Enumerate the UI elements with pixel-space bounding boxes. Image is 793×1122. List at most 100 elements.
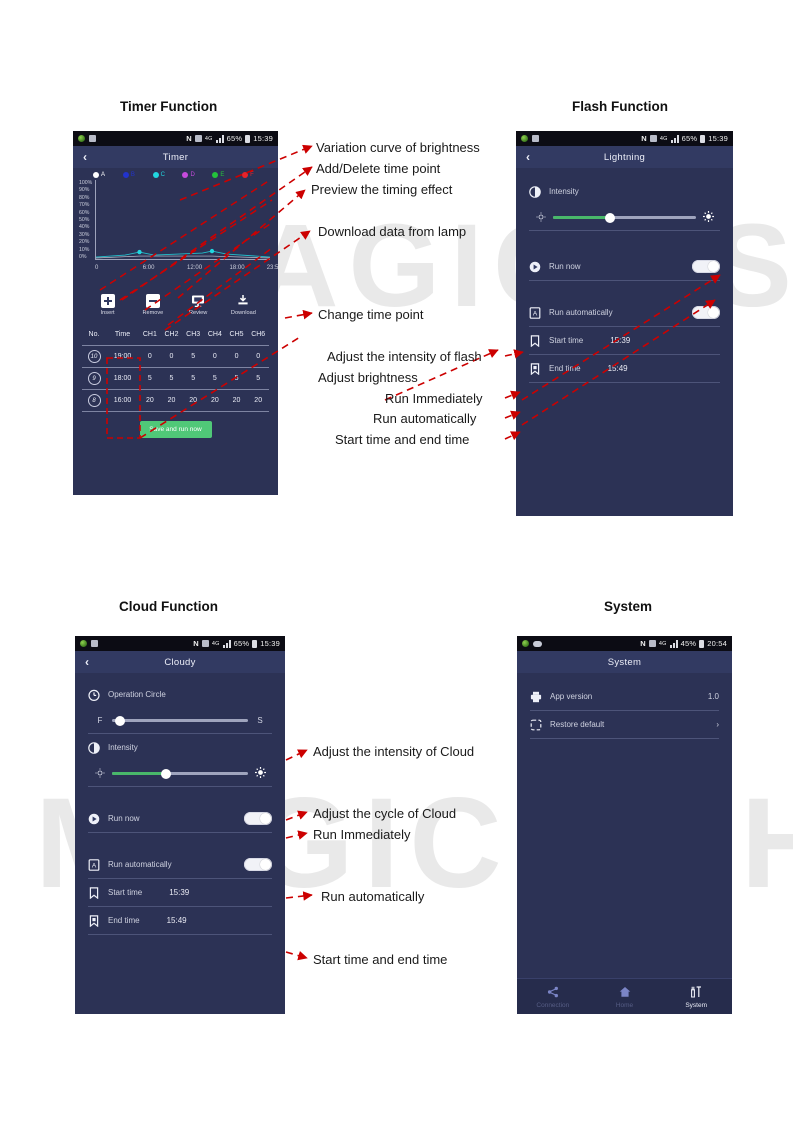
run-automatically-row[interactable]: A Run automatically (516, 299, 733, 326)
intensity-slider-row[interactable] (75, 761, 285, 786)
row-ch5[interactable]: 20 (226, 397, 248, 404)
end-time-row[interactable]: End time 15:49 (75, 907, 285, 934)
save-and-run-button[interactable]: Save and run now (139, 421, 212, 438)
end-time-value[interactable]: 15:49 (608, 364, 628, 373)
operation-circle-slider-row[interactable]: F S (75, 708, 285, 733)
row-time[interactable]: 16:00 (106, 397, 139, 404)
caption-timer: Timer Function (120, 99, 218, 114)
restore-default-row[interactable]: Restore default › (517, 711, 732, 738)
row-ch6[interactable]: 0 (247, 353, 269, 360)
row-ch2[interactable]: 5 (161, 375, 183, 382)
network-type-label: 4G (659, 135, 668, 142)
operation-circle-label: Operation Circle (108, 690, 166, 699)
legend-label: A (101, 172, 106, 178)
button-label: Review (188, 310, 208, 316)
share-icon (546, 985, 560, 999)
app-version-row[interactable]: App version 1.0 (517, 683, 732, 710)
back-icon[interactable]: ‹ (526, 151, 530, 163)
annotation-variation-curve: Variation curve of brightness (316, 140, 480, 155)
intensity-slider[interactable] (112, 768, 248, 779)
app-status-icon (522, 640, 529, 647)
table-body: 10 19:00 005000 9 18:00 555555 8 16:00 2… (82, 345, 269, 412)
bottom-navigation: Connection Home System (517, 978, 732, 1014)
x-tick: 0 (95, 265, 99, 271)
intensity-slider[interactable] (553, 212, 696, 223)
annotation-adjust-intensity-cloud: Adjust the intensity of Cloud (313, 744, 475, 759)
row-number: 10 (82, 350, 106, 363)
table-row[interactable]: 9 18:00 555555 (82, 368, 269, 389)
network-type-label: 4G (658, 640, 667, 647)
back-icon[interactable]: ‹ (83, 151, 87, 163)
legend-label: E (220, 172, 225, 178)
nav-item-connection[interactable]: Connection (517, 979, 589, 1014)
divider (529, 280, 720, 281)
row-time[interactable]: 18:00 (106, 375, 139, 382)
row-ch5[interactable]: 0 (226, 353, 248, 360)
row-ch3[interactable]: 5 (182, 353, 204, 360)
remove-button[interactable]: Remove (132, 293, 174, 316)
wifi-icon (201, 640, 209, 647)
page-title: Cloudy (164, 656, 196, 668)
clock-label: 15:39 (253, 134, 273, 143)
start-time-row[interactable]: Start time 15:39 (75, 879, 285, 906)
th-ch1: CH1 (142, 331, 157, 338)
page-title: System (607, 656, 642, 668)
intensity-slider-row[interactable] (516, 205, 733, 230)
row-ch1[interactable]: 0 (139, 353, 161, 360)
run-automatically-toggle[interactable] (244, 858, 272, 871)
end-time-value[interactable]: 15:49 (167, 916, 187, 925)
timer-action-buttons: Insert Remove Review Download (73, 290, 278, 321)
caption-flash: Flash Function (572, 99, 668, 114)
nav-item-home[interactable]: Home (589, 979, 661, 1014)
run-now-row[interactable]: Run now (516, 253, 733, 280)
row-ch1[interactable]: 20 (139, 397, 161, 404)
back-icon[interactable]: ‹ (85, 656, 89, 668)
timer-title-bar: ‹ Timer (73, 146, 278, 168)
app-version-value: 1.0 (707, 692, 719, 701)
start-time-value[interactable]: 15:39 (169, 888, 189, 897)
review-button[interactable]: Review (177, 293, 219, 316)
th-ch3: CH3 (186, 331, 201, 338)
nav-item-system[interactable]: System (660, 979, 732, 1014)
table-header-row: No. Time CH1 CH2 CH3 CH4 CH5 CH6 (82, 324, 269, 345)
page-title: Timer (162, 151, 189, 163)
nav-label: System (685, 1001, 708, 1009)
wifi-icon (649, 135, 657, 142)
download-button[interactable]: Download (222, 293, 264, 316)
button-label: Remove (142, 310, 164, 316)
row-ch2[interactable]: 20 (161, 397, 183, 404)
run-now-toggle[interactable] (244, 812, 272, 825)
flash-settings-rows: Run now A Run automatically Start time 1… (516, 253, 733, 383)
th-ch6: CH6 (251, 331, 266, 338)
row-time[interactable]: 19:00 (106, 353, 139, 360)
table-row[interactable]: 8 16:00 20 20 20 20 20 20 (82, 390, 269, 411)
insert-button[interactable]: Insert (87, 293, 129, 316)
row-ch6[interactable]: 20 (247, 397, 269, 404)
row-ch5[interactable]: 5 (226, 375, 248, 382)
row-ch4[interactable]: 20 (204, 397, 226, 404)
row-ch3[interactable]: 5 (182, 375, 204, 382)
row-ch3[interactable]: 20 (182, 397, 204, 404)
restore-default-value: › (716, 720, 719, 729)
table-row[interactable]: 10 19:00 005000 (82, 346, 269, 367)
svg-text:A: A (92, 862, 97, 869)
run-automatically-toggle[interactable] (692, 306, 720, 319)
start-time-row[interactable]: Start time 15:39 (516, 327, 733, 354)
row-ch2[interactable]: 0 (161, 353, 183, 360)
run-automatically-row[interactable]: A Run automatically (75, 851, 285, 878)
nfc-icon: N (640, 639, 646, 648)
start-time-value[interactable]: 15:39 (610, 336, 630, 345)
home-icon (618, 985, 632, 999)
bookmark-icon (529, 334, 541, 347)
brightness-curve-chart[interactable]: A B C D E F 100% 90% 80% 70% 60% 50% 40% 30% 20%… (73, 168, 278, 290)
row-ch4[interactable]: 0 (204, 353, 226, 360)
end-time-row[interactable]: End time 15:49 (516, 355, 733, 382)
row-ch4[interactable]: 5 (204, 375, 226, 382)
row-ch1[interactable]: 5 (139, 375, 161, 382)
run-now-toggle[interactable] (692, 260, 720, 273)
row-ch6[interactable]: 5 (247, 375, 269, 382)
annotation-download-data: Download data from lamp (318, 224, 467, 239)
cycle-slider[interactable] (112, 715, 248, 726)
contrast-icon (529, 185, 541, 198)
run-now-row[interactable]: Run now (75, 805, 285, 832)
